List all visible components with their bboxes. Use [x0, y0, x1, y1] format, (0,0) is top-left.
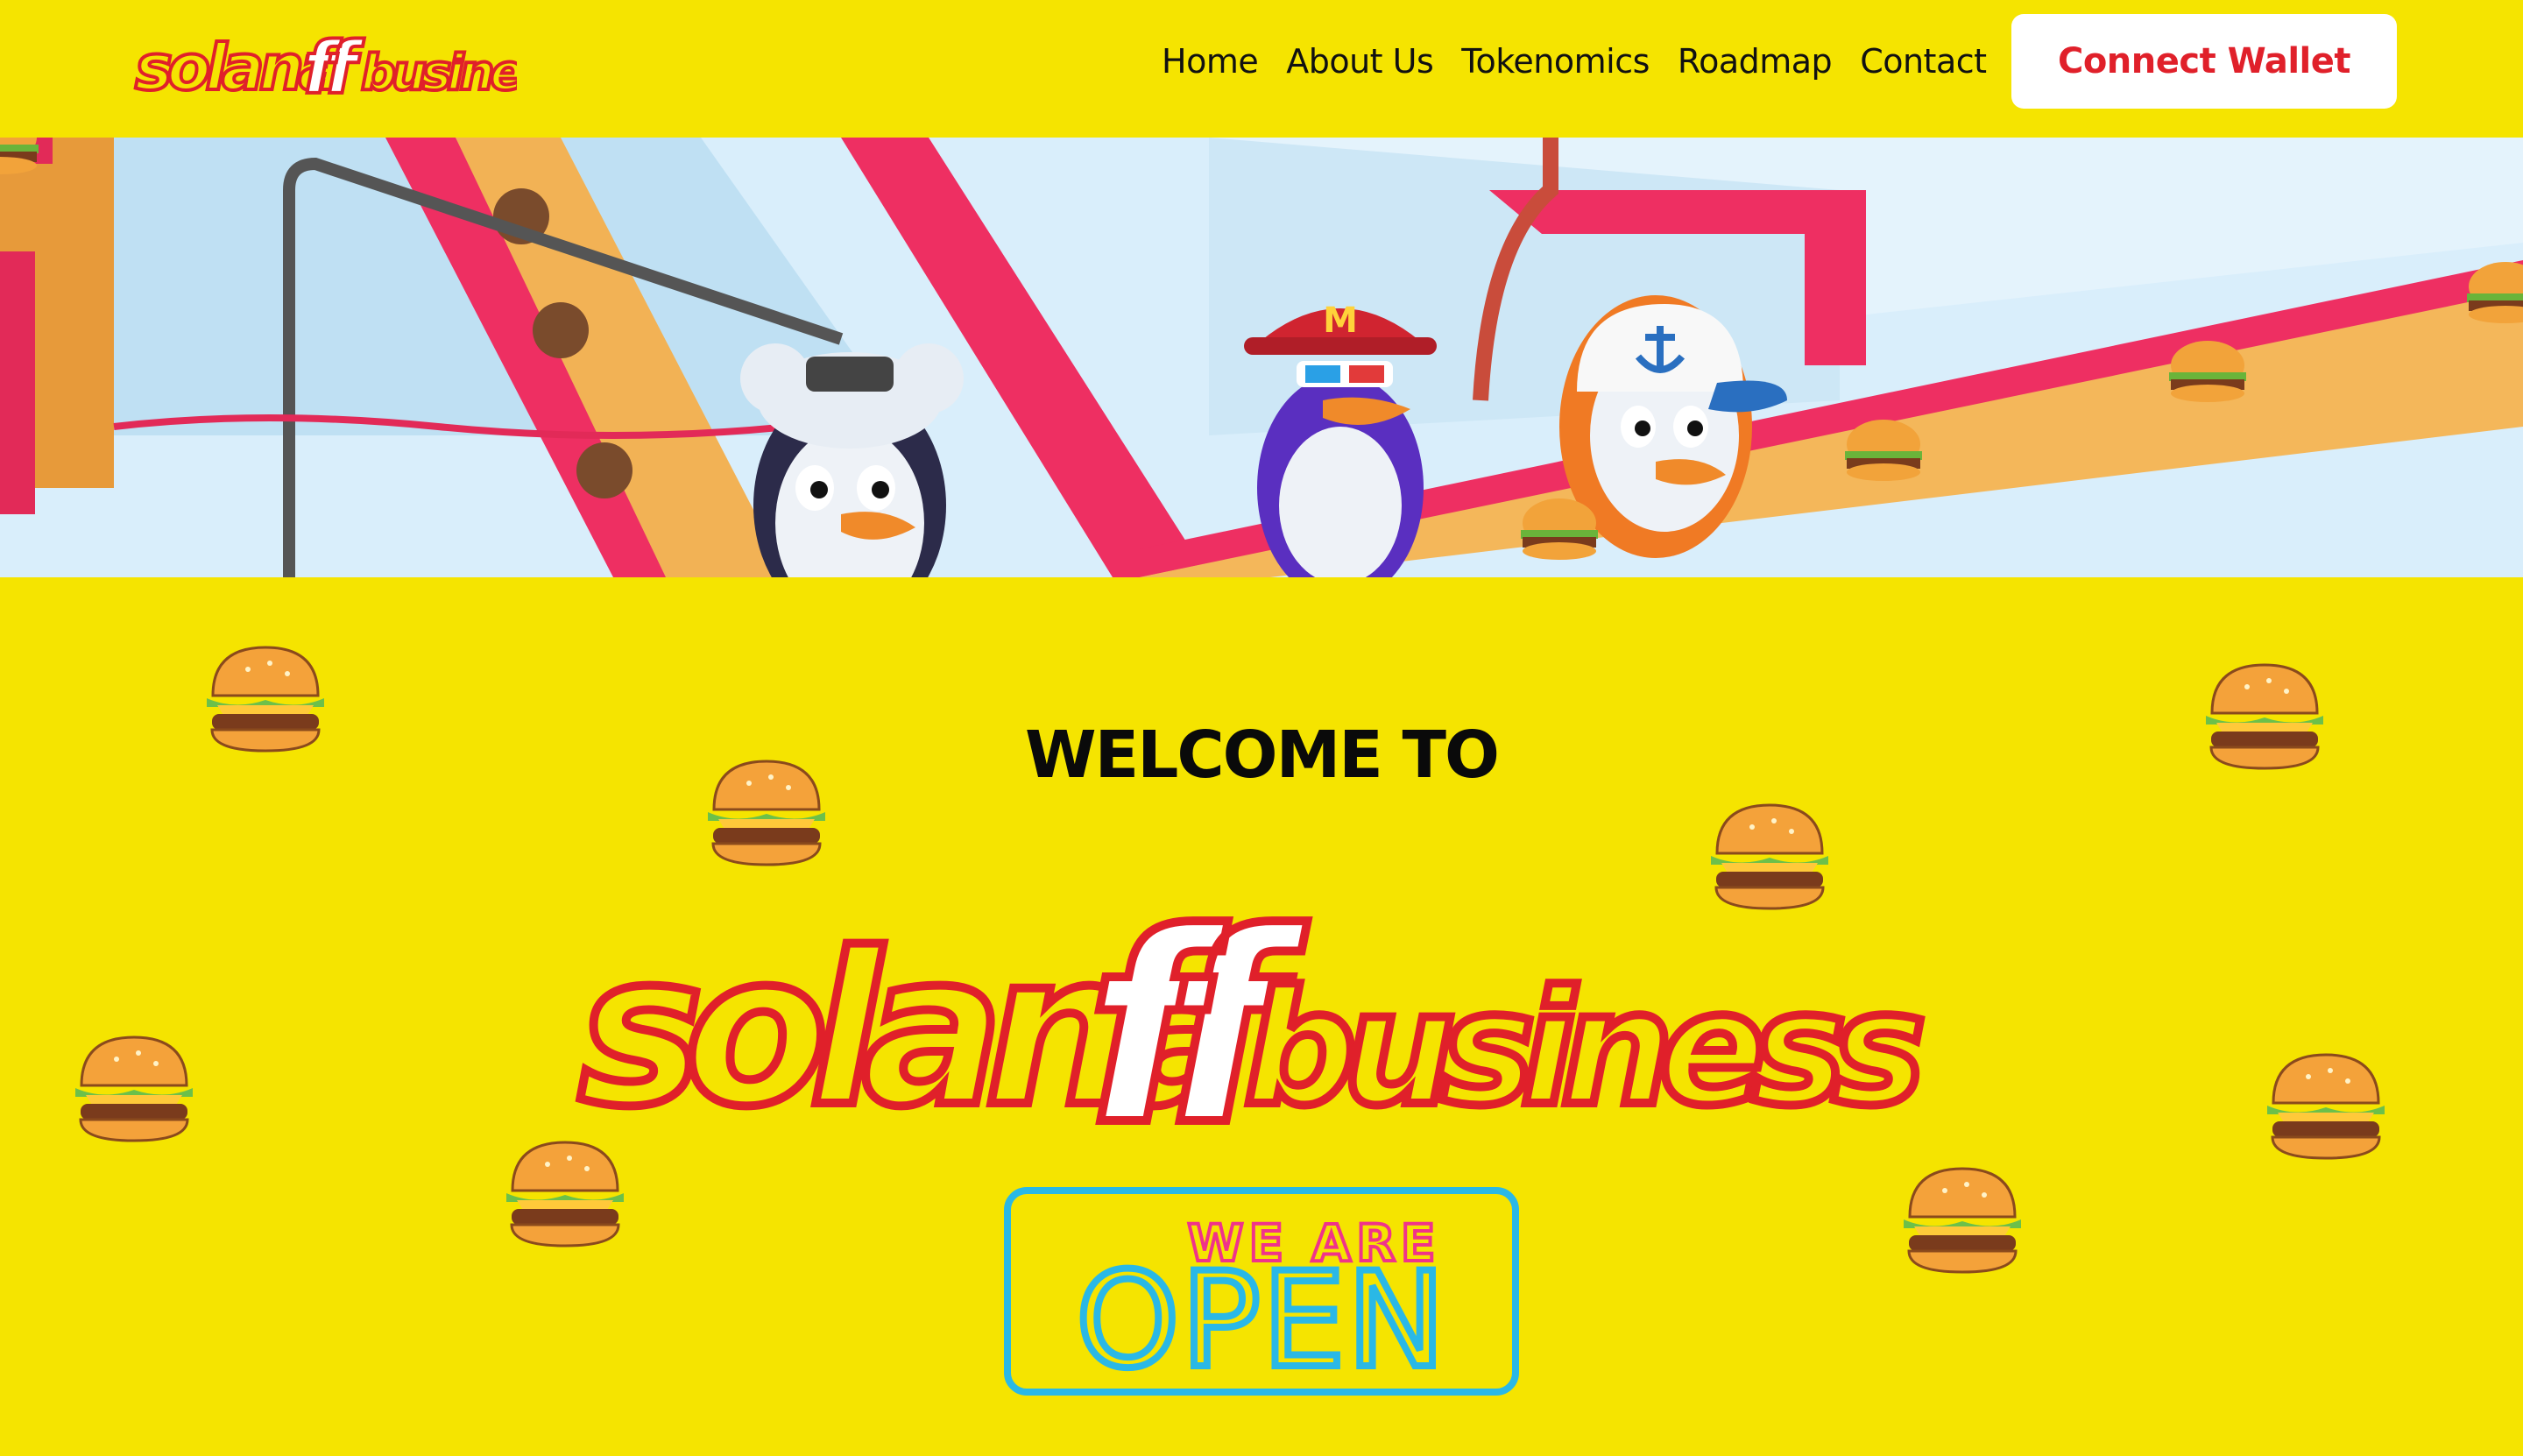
hero-section: WELCOME TO solana ff business WE ARE OPE… — [0, 577, 2523, 1456]
connect-wallet-button[interactable]: Connect Wallet — [2011, 14, 2397, 109]
burger-icon — [200, 639, 331, 761]
welcome-heading: WELCOME TO — [1025, 717, 1500, 793]
top-navbar: solana ff business Home About Us Tokenom… — [0, 0, 2523, 138]
hero-logo-image: solana ff business WE ARE OPEN — [574, 873, 1939, 1401]
burger-icon — [1704, 796, 1835, 919]
nav-home-link[interactable]: Home — [1148, 42, 1272, 81]
nav-roadmap-link[interactable]: Roadmap — [1664, 42, 1846, 81]
factory-banner: M — [0, 138, 2523, 577]
svg-text:ff: ff — [303, 27, 365, 110]
burger-icon — [499, 1134, 631, 1256]
burger-icon — [1897, 1160, 2028, 1283]
svg-text:business: business — [1244, 958, 1920, 1141]
burger-icon — [701, 753, 832, 875]
nav-tokenomics-link[interactable]: Tokenomics — [1447, 42, 1664, 81]
nav-contact-link[interactable]: Contact — [1846, 42, 2000, 81]
svg-text:business: business — [361, 45, 517, 102]
burger-icon — [2260, 1046, 2392, 1169]
brand-logo[interactable]: solana ff business — [131, 12, 578, 117]
burger-icon — [68, 1028, 200, 1151]
burger-icon — [2199, 656, 2330, 779]
nav-about-link[interactable]: About Us — [1272, 42, 1447, 81]
sign-open: OPEN — [1076, 1245, 1447, 1397]
factory-illustration: M — [0, 138, 2523, 577]
main-menu: Home About Us Tokenomics Roadmap Contact — [1148, 35, 2001, 88]
svg-text:M: M — [1323, 300, 1358, 341]
hero-logo: solana ff business WE ARE OPEN — [561, 840, 1962, 1401]
brand-logo-image: solana ff business — [133, 25, 578, 112]
